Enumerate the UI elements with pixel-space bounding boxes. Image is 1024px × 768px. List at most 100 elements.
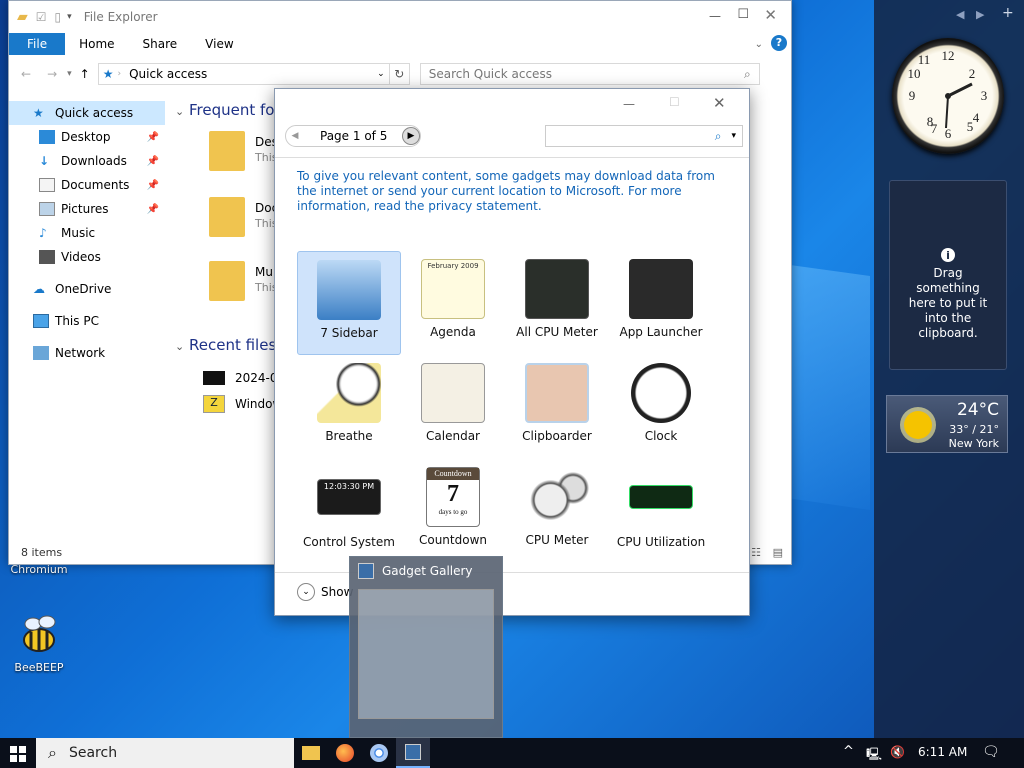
chevron-down-icon: ⌄ — [175, 340, 185, 353]
gadget-tile-app-launcher[interactable]: App Launcher — [609, 251, 713, 355]
sidebar-item-downloads[interactable]: ↓ Downloads 📌 — [9, 149, 165, 173]
sidebar-item-music[interactable]: ♪ Music — [9, 221, 165, 245]
show-hidden-icons-icon[interactable]: ^ — [843, 744, 854, 759]
minimize-icon[interactable]: — — [623, 97, 635, 111]
gadget-label: CPU Meter — [525, 533, 589, 547]
clock-face-icon: 1223 469 7105118 — [908, 48, 988, 141]
taskbar-file-explorer[interactable] — [294, 738, 328, 768]
ribbon-expand-icon[interactable]: ⌄ — [755, 39, 763, 50]
recent-file-item[interactable]: 2024-06 — [203, 371, 285, 385]
tab-share[interactable]: Share — [129, 33, 192, 55]
up-icon[interactable]: ↑ — [80, 67, 90, 81]
gadget-tile-calendar[interactable]: Calendar — [401, 355, 505, 459]
action-center-icon[interactable]: 🗨 — [982, 744, 1000, 760]
clock-gadget[interactable]: 12 2 3 469 7 10 5 11 8 — [892, 38, 1004, 154]
search-dropdown-icon[interactable]: ▾ — [731, 131, 736, 141]
tab-home[interactable]: Home — [65, 33, 128, 55]
taskbar-gadget-gallery[interactable] — [396, 738, 430, 768]
help-icon[interactable]: ? — [771, 35, 787, 51]
app-launcher-icon — [629, 259, 693, 319]
address-dropdown-icon[interactable]: ⌄ — [377, 69, 389, 79]
gadget-tile-agenda[interactable]: February 2009 Agenda — [401, 251, 505, 355]
sidebar-item-desktop[interactable]: Desktop 📌 — [9, 125, 165, 149]
details-view-icon[interactable]: ☷ — [751, 542, 761, 564]
sidebar-item-network[interactable]: Network — [9, 341, 165, 365]
gadget-tile-7-sidebar[interactable]: 7 Sidebar — [297, 251, 401, 355]
taskbar-firefox[interactable] — [328, 738, 362, 768]
tab-view[interactable]: View — [191, 33, 247, 55]
sidebar-item-videos[interactable]: Videos — [9, 245, 165, 269]
sidebar-next-icon[interactable]: ▶ — [976, 8, 984, 21]
address-bar[interactable]: ★ › Quick access ⌄ — [97, 63, 390, 85]
image-file-icon — [203, 371, 225, 385]
sidebar-item-this-pc[interactable]: This PC — [9, 309, 165, 333]
privacy-notice[interactable]: To give you relevant content, some gadge… — [297, 169, 727, 214]
gadget-tile-control-system[interactable]: 12:03:30 PM Control System — [297, 459, 401, 563]
sidebar-add-icon[interactable]: + — [1002, 5, 1014, 21]
svg-text:6: 6 — [945, 126, 952, 141]
search-icon: ⌕ — [48, 743, 57, 762]
music-icon: ♪ — [39, 226, 47, 240]
start-button[interactable] — [10, 746, 26, 762]
taskbar-chromium[interactable] — [362, 738, 396, 768]
tab-file[interactable]: File — [9, 33, 66, 55]
gadget-tile-clock[interactable]: Clock — [609, 355, 713, 459]
gadget-tile-breathe[interactable]: Breathe — [297, 355, 401, 459]
close-icon[interactable]: ✕ — [764, 6, 777, 24]
gadget-tile-cpu-utilization[interactable]: CPU Utilization — [609, 459, 713, 563]
forward-icon[interactable]: → — [47, 67, 57, 81]
gadget-tile-cpu-meter[interactable]: CPU Meter — [505, 459, 609, 563]
svg-text:9: 9 — [909, 88, 916, 103]
minimize-icon[interactable]: — — [709, 9, 721, 23]
taskbar-search[interactable]: ⌕ Search — [36, 738, 294, 768]
recent-files-header[interactable]: ⌄ Recent files ( — [175, 336, 287, 354]
refresh-icon[interactable]: ↻ — [389, 63, 410, 85]
new-folder-icon[interactable]: ▯ — [55, 10, 62, 24]
pin-icon: 📌 — [146, 179, 159, 191]
next-page-icon[interactable]: ▶ — [402, 127, 420, 145]
item-count: 8 items — [21, 546, 63, 559]
close-icon[interactable]: ✕ — [713, 94, 726, 112]
gadget-tile-all-cpu-meter[interactable]: All CPU Meter — [505, 251, 609, 355]
gadget-label: All CPU Meter — [516, 325, 598, 339]
documents-icon — [39, 178, 55, 192]
sidebar-item-quick-access[interactable]: ★ Quick access — [9, 101, 165, 125]
desktop-icon-beebeep[interactable]: BeeBEEP — [4, 612, 74, 674]
countdown-head: Countdown — [427, 468, 479, 480]
folder-item-desktop[interactable]: Des This — [209, 131, 278, 181]
sidebar-prev-icon[interactable]: ◀ — [956, 8, 964, 21]
maximize-icon[interactable]: ☐ — [669, 95, 680, 109]
sidebar-item-documents[interactable]: Documents 📌 — [9, 173, 165, 197]
cloud-icon: ☁ — [33, 282, 45, 296]
gadget-gallery-icon — [405, 744, 421, 760]
weather-gadget[interactable]: 24°C 33° / 21° New York — [886, 395, 1008, 453]
back-icon[interactable]: ← — [21, 67, 31, 81]
gadget-search-input[interactable]: ⌕ ▾ — [545, 125, 743, 147]
maximize-icon[interactable]: ☐ — [737, 7, 749, 22]
folder-item-music[interactable]: Mu This — [209, 261, 277, 311]
agenda-month: February 2009 — [427, 262, 479, 270]
network-icon[interactable]: 🖳 — [866, 745, 882, 766]
clipboard-gadget[interactable]: i Drag something here to put it into the… — [889, 180, 1007, 370]
large-icons-view-icon[interactable]: ▤ — [773, 542, 783, 564]
search-input[interactable]: Search Quick access ⌕ — [419, 63, 760, 85]
recent-file-item[interactable]: Z Window — [203, 395, 282, 413]
show-details-toggle[interactable]: ⌄ Show — [297, 583, 353, 601]
sidebar-item-pictures[interactable]: Pictures 📌 — [9, 197, 165, 221]
gadget-tile-countdown[interactable]: Countdown 7 days to go Countdown — [401, 459, 505, 563]
gadget-tile-clipboarder[interactable]: Clipboarder — [505, 355, 609, 459]
frequent-folders-header[interactable]: ⌄ Frequent fold — [175, 101, 288, 119]
volume-muted-icon[interactable]: 🔇 — [890, 745, 905, 759]
taskbar-clock[interactable]: 6:11 AM — [918, 745, 967, 759]
properties-icon[interactable]: ☑ — [36, 10, 47, 24]
download-icon: ↓ — [39, 154, 50, 168]
recent-locations-icon[interactable]: ▾ — [67, 69, 72, 79]
folder-item-documents[interactable]: Doc This — [209, 197, 278, 247]
pin-icon: 📌 — [146, 203, 159, 215]
chevron-down-icon[interactable]: ▾ — [67, 12, 72, 22]
svg-text:5: 5 — [967, 119, 974, 134]
prev-page-icon[interactable]: ◀ — [286, 127, 304, 145]
sidebar-item-onedrive[interactable]: ☁ OneDrive — [9, 277, 165, 301]
taskbar-preview-gadget-gallery[interactable]: Gadget Gallery — [349, 556, 503, 738]
countdown-number: 7 — [447, 481, 459, 507]
